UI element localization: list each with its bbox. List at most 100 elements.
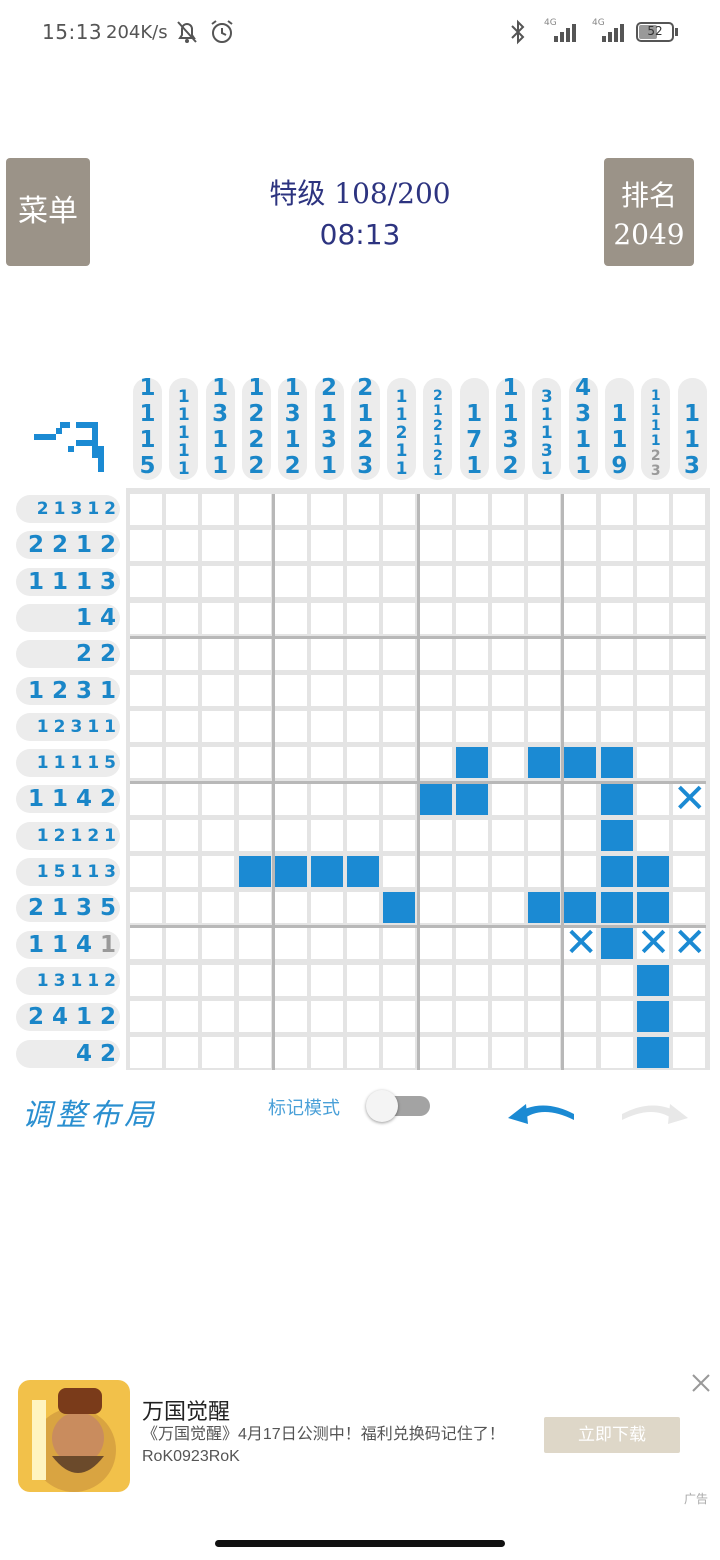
grid-cell[interactable] <box>600 1037 633 1068</box>
grid-cell[interactable] <box>673 819 705 851</box>
grid-cell[interactable] <box>166 819 199 851</box>
grid-cell[interactable] <box>600 711 633 743</box>
grid-cell[interactable] <box>636 747 669 779</box>
grid-cell-filled[interactable] <box>238 856 271 887</box>
grid-cell[interactable] <box>673 747 705 779</box>
grid-cell[interactable] <box>166 675 199 706</box>
grid-cell[interactable] <box>130 530 162 562</box>
grid-cell[interactable] <box>202 783 235 815</box>
grid-cell[interactable] <box>600 964 633 996</box>
grid-cell[interactable] <box>383 711 416 743</box>
grid-cell[interactable] <box>673 602 705 634</box>
grid-cell[interactable] <box>492 566 524 598</box>
grid-cell[interactable] <box>455 711 488 743</box>
grid-cell[interactable] <box>311 494 343 525</box>
grid-cell[interactable] <box>238 566 271 598</box>
grid-cell-filled[interactable] <box>311 856 343 887</box>
grid-cell[interactable] <box>636 638 669 670</box>
grid-cell[interactable] <box>130 638 162 670</box>
grid-cell[interactable] <box>166 638 199 670</box>
grid-cell[interactable] <box>528 1037 561 1068</box>
ad-description[interactable]: 《万国觉醒》4月17日公测中！福利兑换码记住了！RoK0923RoK <box>142 1424 532 1468</box>
grid-cell[interactable] <box>202 566 235 598</box>
grid-cell[interactable] <box>311 602 343 634</box>
grid-cell[interactable] <box>347 638 380 670</box>
grid-cell[interactable] <box>274 711 307 743</box>
grid-cell-filled[interactable] <box>347 856 380 887</box>
grid-cell[interactable] <box>311 711 343 743</box>
grid-cell[interactable] <box>673 566 705 598</box>
adjust-layout-button[interactable]: 调整布局 <box>22 1090 158 1134</box>
grid-cell-filled[interactable] <box>636 856 669 887</box>
grid-cell-filled[interactable] <box>455 747 488 779</box>
grid-cell[interactable] <box>528 783 561 815</box>
grid-cell[interactable] <box>564 964 597 996</box>
grid-cell[interactable] <box>636 566 669 598</box>
grid-cell[interactable] <box>274 928 307 960</box>
grid-cell[interactable] <box>166 928 199 960</box>
grid-cell[interactable] <box>311 1000 343 1032</box>
grid-cell[interactable] <box>274 783 307 815</box>
grid-cell[interactable] <box>564 711 597 743</box>
grid-cell[interactable] <box>636 711 669 743</box>
grid-cell[interactable] <box>383 928 416 960</box>
grid-cell[interactable] <box>202 1000 235 1032</box>
grid-cell[interactable] <box>528 819 561 851</box>
grid-cell[interactable] <box>130 747 162 779</box>
rank-button[interactable]: 排名 2049 <box>604 158 694 266</box>
grid-cell-crossed[interactable]: ✕ <box>564 923 598 963</box>
grid-cell[interactable] <box>311 747 343 779</box>
grid-cell[interactable] <box>564 1037 597 1068</box>
grid-cell[interactable] <box>347 566 380 598</box>
grid-cell[interactable] <box>166 892 199 924</box>
grid-cell[interactable] <box>166 964 199 996</box>
grid-cell[interactable] <box>564 819 597 851</box>
ad-image[interactable] <box>18 1380 130 1492</box>
grid-cell[interactable] <box>130 892 162 924</box>
grid-cell[interactable] <box>130 856 162 887</box>
grid-cell[interactable] <box>419 675 452 706</box>
grid-cell[interactable] <box>238 530 271 562</box>
grid-cell[interactable] <box>528 675 561 706</box>
grid-cell[interactable] <box>492 856 524 887</box>
grid-cell[interactable] <box>528 964 561 996</box>
grid-cell-filled[interactable] <box>600 928 633 960</box>
grid-cell[interactable] <box>455 602 488 634</box>
grid-cell[interactable] <box>130 1037 162 1068</box>
grid-cell[interactable] <box>600 566 633 598</box>
grid-cell[interactable] <box>238 964 271 996</box>
mark-mode-toggle[interactable] <box>366 1090 430 1122</box>
grid-cell[interactable] <box>311 566 343 598</box>
grid-cell[interactable] <box>311 964 343 996</box>
grid-cell[interactable] <box>383 638 416 670</box>
grid-cell[interactable] <box>130 675 162 706</box>
grid-cell[interactable] <box>636 530 669 562</box>
grid-cell[interactable] <box>492 819 524 851</box>
grid-cell[interactable] <box>202 856 235 887</box>
grid-cell[interactable] <box>528 494 561 525</box>
grid-cell[interactable] <box>274 602 307 634</box>
grid-cell[interactable] <box>419 1037 452 1068</box>
grid-cell[interactable] <box>492 892 524 924</box>
grid-cell[interactable] <box>419 494 452 525</box>
grid-cell[interactable] <box>673 494 705 525</box>
grid-cell[interactable] <box>673 856 705 887</box>
grid-cell-filled[interactable] <box>419 783 452 815</box>
grid-cell[interactable] <box>528 711 561 743</box>
grid-cell[interactable] <box>383 1037 416 1068</box>
grid-cell[interactable] <box>383 530 416 562</box>
grid-cell[interactable] <box>347 602 380 634</box>
grid-cell[interactable] <box>166 530 199 562</box>
grid-cell[interactable] <box>347 747 380 779</box>
grid-cell[interactable] <box>311 675 343 706</box>
grid-cell[interactable] <box>492 530 524 562</box>
grid-cell[interactable] <box>311 638 343 670</box>
grid-cell[interactable] <box>166 494 199 525</box>
grid-cell[interactable] <box>238 819 271 851</box>
grid-cell-filled[interactable] <box>600 892 633 924</box>
grid-cell[interactable] <box>311 783 343 815</box>
grid-cell[interactable] <box>347 964 380 996</box>
grid-cell[interactable] <box>564 1000 597 1032</box>
grid-cell[interactable] <box>166 602 199 634</box>
grid-cell[interactable] <box>274 1037 307 1068</box>
